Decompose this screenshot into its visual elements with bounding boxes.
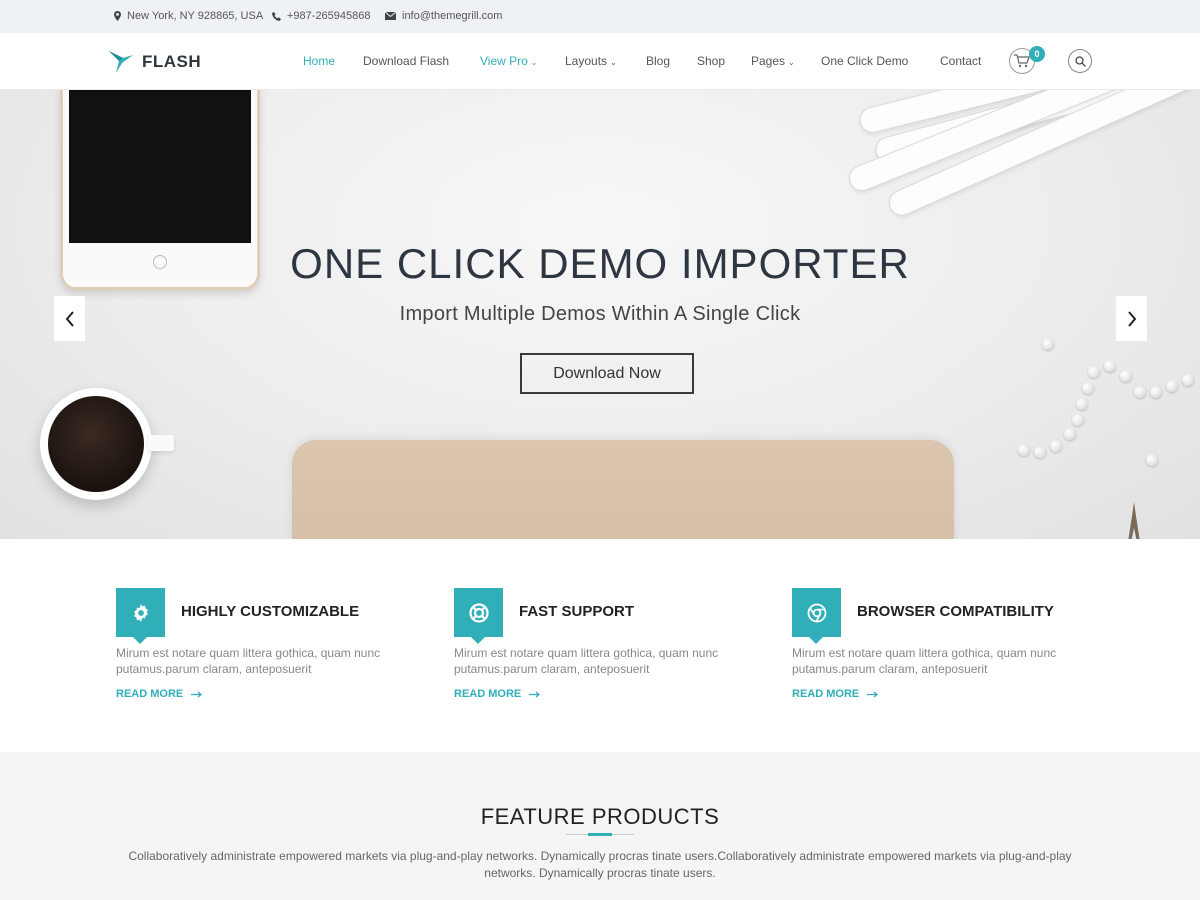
hero-title: ONE CLICK DEMO IMPORTER — [290, 240, 910, 287]
pearl — [1082, 382, 1094, 394]
feature-icon-notch — [133, 637, 147, 644]
pearl — [1146, 454, 1158, 466]
pearl — [1166, 380, 1178, 392]
feature-title: FAST SUPPORT — [519, 603, 635, 620]
chevron-down-icon: ⌄ — [788, 58, 795, 67]
gear-icon — [133, 603, 148, 622]
feature-description: Mirum est notare quam littera gothica, q… — [454, 646, 719, 676]
chevron-left-icon — [65, 310, 74, 327]
coffee-cup-image — [40, 388, 152, 500]
feature-description: Mirum est notare quam littera gothica, q… — [792, 646, 1057, 676]
feature-browser-compatibility: BROWSER COMPATIBILITY Mirum est notare q… — [792, 588, 1112, 718]
feature-description: Mirum est notare quam littera gothica, q… — [116, 646, 381, 676]
map-pin-icon — [114, 11, 121, 21]
feature-title: BROWSER COMPATIBILITY — [857, 603, 1054, 620]
coffee-cup-handle — [148, 435, 174, 451]
arrow-right-icon — [529, 691, 541, 697]
phone-info: +987-265945868 — [272, 10, 371, 22]
email-text[interactable]: info@themegrill.com — [402, 10, 502, 22]
read-more-link[interactable]: READ MORE — [116, 688, 203, 700]
nav-home[interactable]: Home — [303, 54, 335, 68]
pearl — [1182, 374, 1194, 386]
cart-icon — [1014, 54, 1030, 68]
feature-icon-notch — [471, 637, 485, 644]
chevron-right-icon — [1127, 310, 1136, 327]
notebook-image — [292, 440, 954, 539]
slider-next-button[interactable] — [1116, 296, 1147, 341]
title-divider-accent — [588, 833, 612, 836]
pearl — [1064, 428, 1076, 440]
slider-prev-button[interactable] — [54, 296, 85, 341]
chevron-down-icon: ⌄ — [610, 58, 617, 67]
pearl — [1042, 338, 1054, 350]
section-description: Collaboratively administrate empowered m… — [128, 849, 1072, 880]
rolled-papers-image — [840, 90, 1200, 220]
phone-text[interactable]: +987-265945868 — [287, 10, 371, 22]
feature-icon-box — [116, 588, 165, 637]
feature-title: HIGHLY CUSTOMIZABLE — [181, 603, 360, 620]
nav-blog[interactable]: Blog — [646, 54, 670, 68]
nav-layouts[interactable]: Layouts ⌄ — [565, 54, 617, 68]
pearl — [1050, 440, 1062, 452]
read-more-link[interactable]: READ MORE — [454, 688, 541, 700]
arrow-right-icon — [191, 691, 203, 697]
chrome-icon — [807, 603, 826, 622]
read-more-link[interactable]: READ MORE — [792, 688, 879, 700]
feature-fast-support: FAST SUPPORT Mirum est notare quam litte… — [454, 588, 774, 718]
feature-icon-box — [792, 588, 841, 637]
section-title: FEATURE PRODUCTS — [480, 804, 720, 829]
nav-download-flash[interactable]: Download Flash — [363, 54, 449, 68]
feature-products-section: FEATURE PRODUCTS Collaboratively adminis… — [0, 752, 1200, 900]
hero-slider: ONE CLICK DEMO IMPORTER Import Multiple … — [0, 90, 1200, 539]
pearl — [1034, 446, 1046, 458]
location-text: New York, NY 928865, USA — [127, 10, 264, 22]
search-button[interactable] — [1068, 49, 1092, 73]
coffee — [48, 396, 144, 492]
location-info: New York, NY 928865, USA — [114, 10, 263, 22]
email-info: info@themegrill.com — [385, 10, 502, 22]
download-now-button[interactable]: Download Now — [520, 353, 694, 394]
search-icon — [1074, 55, 1086, 67]
lifebuoy-icon — [468, 602, 489, 623]
nav-view-pro[interactable]: View Pro ⌄ — [480, 54, 538, 68]
eiffel-tower-figurine — [1128, 502, 1140, 539]
envelope-icon — [385, 12, 396, 20]
chevron-down-icon: ⌄ — [530, 58, 538, 67]
pearl — [1018, 444, 1030, 456]
pearl — [1134, 386, 1146, 398]
nav-contact[interactable]: Contact — [940, 54, 981, 68]
feature-icon-box — [454, 588, 503, 637]
nav-one-click-demo[interactable]: One Click Demo — [821, 54, 908, 68]
site-header: FLASH Home Download Flash View Pro ⌄ Layo… — [0, 33, 1200, 90]
top-bar: New York, NY 928865, USA +987-265945868 … — [0, 0, 1200, 33]
tablet-screen — [69, 90, 251, 243]
pearl — [1120, 370, 1132, 382]
phone-icon — [272, 11, 281, 21]
hero-subtitle: Import Multiple Demos Within A Single Cl… — [399, 303, 801, 325]
pearl — [1072, 414, 1084, 426]
pearl — [1088, 366, 1100, 378]
cart-count-badge: 0 — [1029, 46, 1045, 62]
arrow-right-icon — [867, 691, 879, 697]
nav-shop[interactable]: Shop — [697, 54, 725, 68]
feature-highly-customizable: HIGHLY CUSTOMIZABLE Mirum est notare qua… — [116, 588, 436, 718]
pearl — [1076, 398, 1088, 410]
pearl — [1104, 360, 1116, 372]
feature-icon-notch — [809, 637, 823, 644]
pearl — [1150, 386, 1162, 398]
nav-pages[interactable]: Pages ⌄ — [751, 54, 795, 68]
